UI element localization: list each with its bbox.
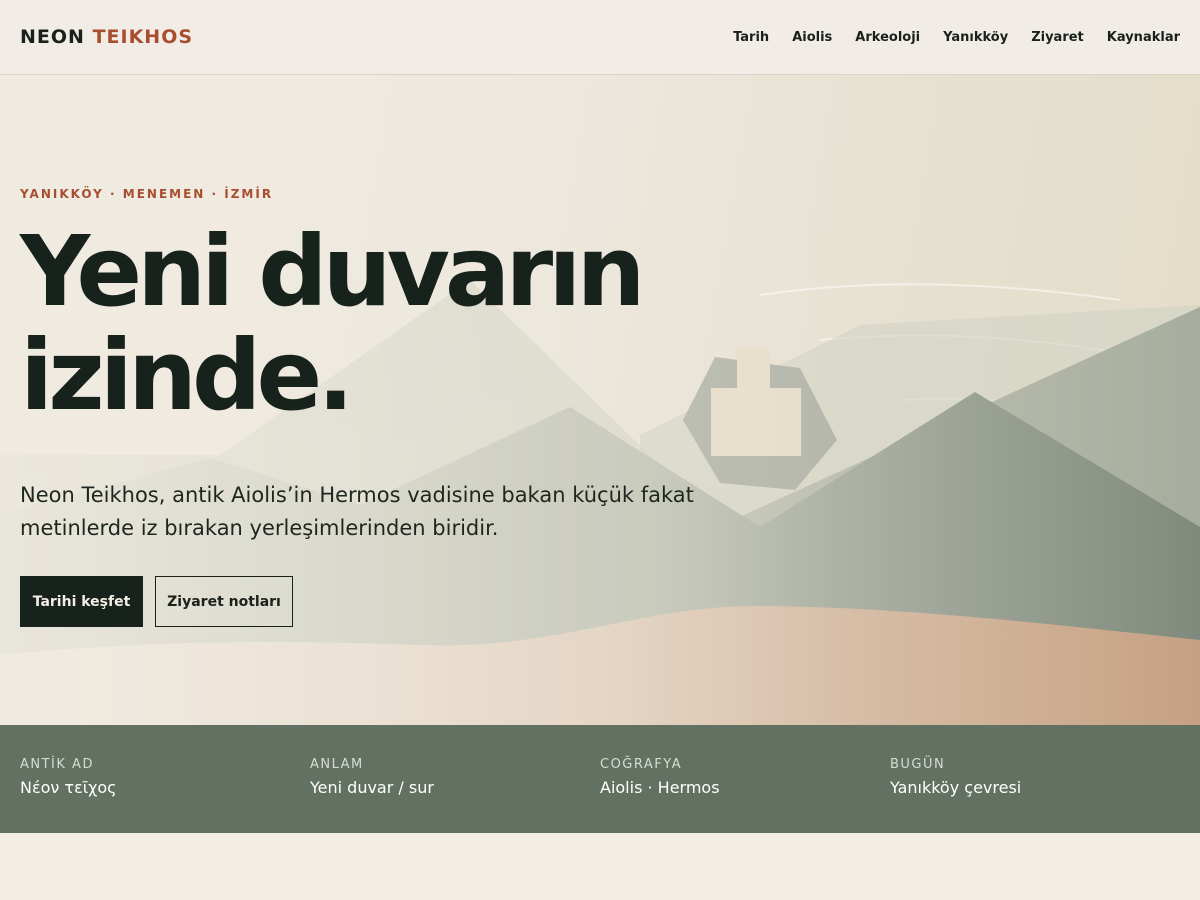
fact-value: Yeni duvar / sur	[310, 778, 434, 797]
fact-value: Yanıkköy çevresi	[890, 778, 1022, 797]
facts-band: ANTİK AD Νέον τεῖχος ANLAM Yeni duvar / …	[0, 725, 1200, 833]
nav-link-aiolis[interactable]: Aiolis	[792, 30, 832, 45]
nav-link-kaynaklar[interactable]: Kaynaklar	[1107, 30, 1180, 45]
visit-notes-button[interactable]: Ziyaret notları	[155, 576, 293, 627]
fact-label: COĞRAFYA	[600, 757, 683, 772]
fact-ancient-name: ANTİK AD Νέον τεῖχος	[20, 725, 310, 833]
logo-text-teikhos: TEIKHOS	[92, 26, 194, 48]
nav-link-tarih[interactable]: Tarih	[733, 30, 769, 45]
explore-history-button[interactable]: Tarihi keşfet	[20, 576, 143, 627]
main-nav: Tarih Aiolis Arkeoloji Yanıkköy Ziyaret …	[733, 30, 1180, 45]
fact-today: BUGÜN Yanıkköy çevresi	[890, 725, 1180, 833]
hero-section: YANIKKÖY · MENEMEN · İZMİR Yeni duvarın …	[0, 75, 1200, 725]
nav-link-yanikkoy[interactable]: Yanıkköy	[943, 30, 1008, 45]
hero-title-line-1: Yeni duvarın	[20, 215, 646, 328]
hero-title: Yeni duvarın izinde.	[20, 220, 740, 428]
fact-meaning: ANLAM Yeni duvar / sur	[310, 725, 600, 833]
fact-value: Νέον τεῖχος	[20, 778, 117, 797]
fact-geography: COĞRAFYA Aiolis · Hermos	[600, 725, 890, 833]
hero-location-eyebrow: YANIKKÖY · MENEMEN · İZMİR	[20, 187, 274, 201]
logo-text-neon: NEON	[20, 26, 85, 48]
nav-link-arkeoloji[interactable]: Arkeoloji	[855, 30, 920, 45]
nav-link-ziyaret[interactable]: Ziyaret	[1031, 30, 1084, 45]
fact-label: BUGÜN	[890, 757, 946, 772]
site-logo[interactable]: NEON TEIKHOS	[20, 26, 193, 48]
fact-label: ANTİK AD	[20, 757, 94, 772]
hero-title-line-2: izinde.	[20, 319, 354, 432]
hero-description: Neon Teikhos, antik Aiolis’in Hermos vad…	[20, 483, 694, 540]
hero-content: YANIKKÖY · MENEMEN · İZMİR Yeni duvarın …	[20, 75, 780, 725]
site-header: NEON TEIKHOS Tarih Aiolis Arkeoloji Yanı…	[0, 0, 1200, 75]
fact-value: Aiolis · Hermos	[600, 778, 720, 797]
fact-label: ANLAM	[310, 757, 364, 772]
